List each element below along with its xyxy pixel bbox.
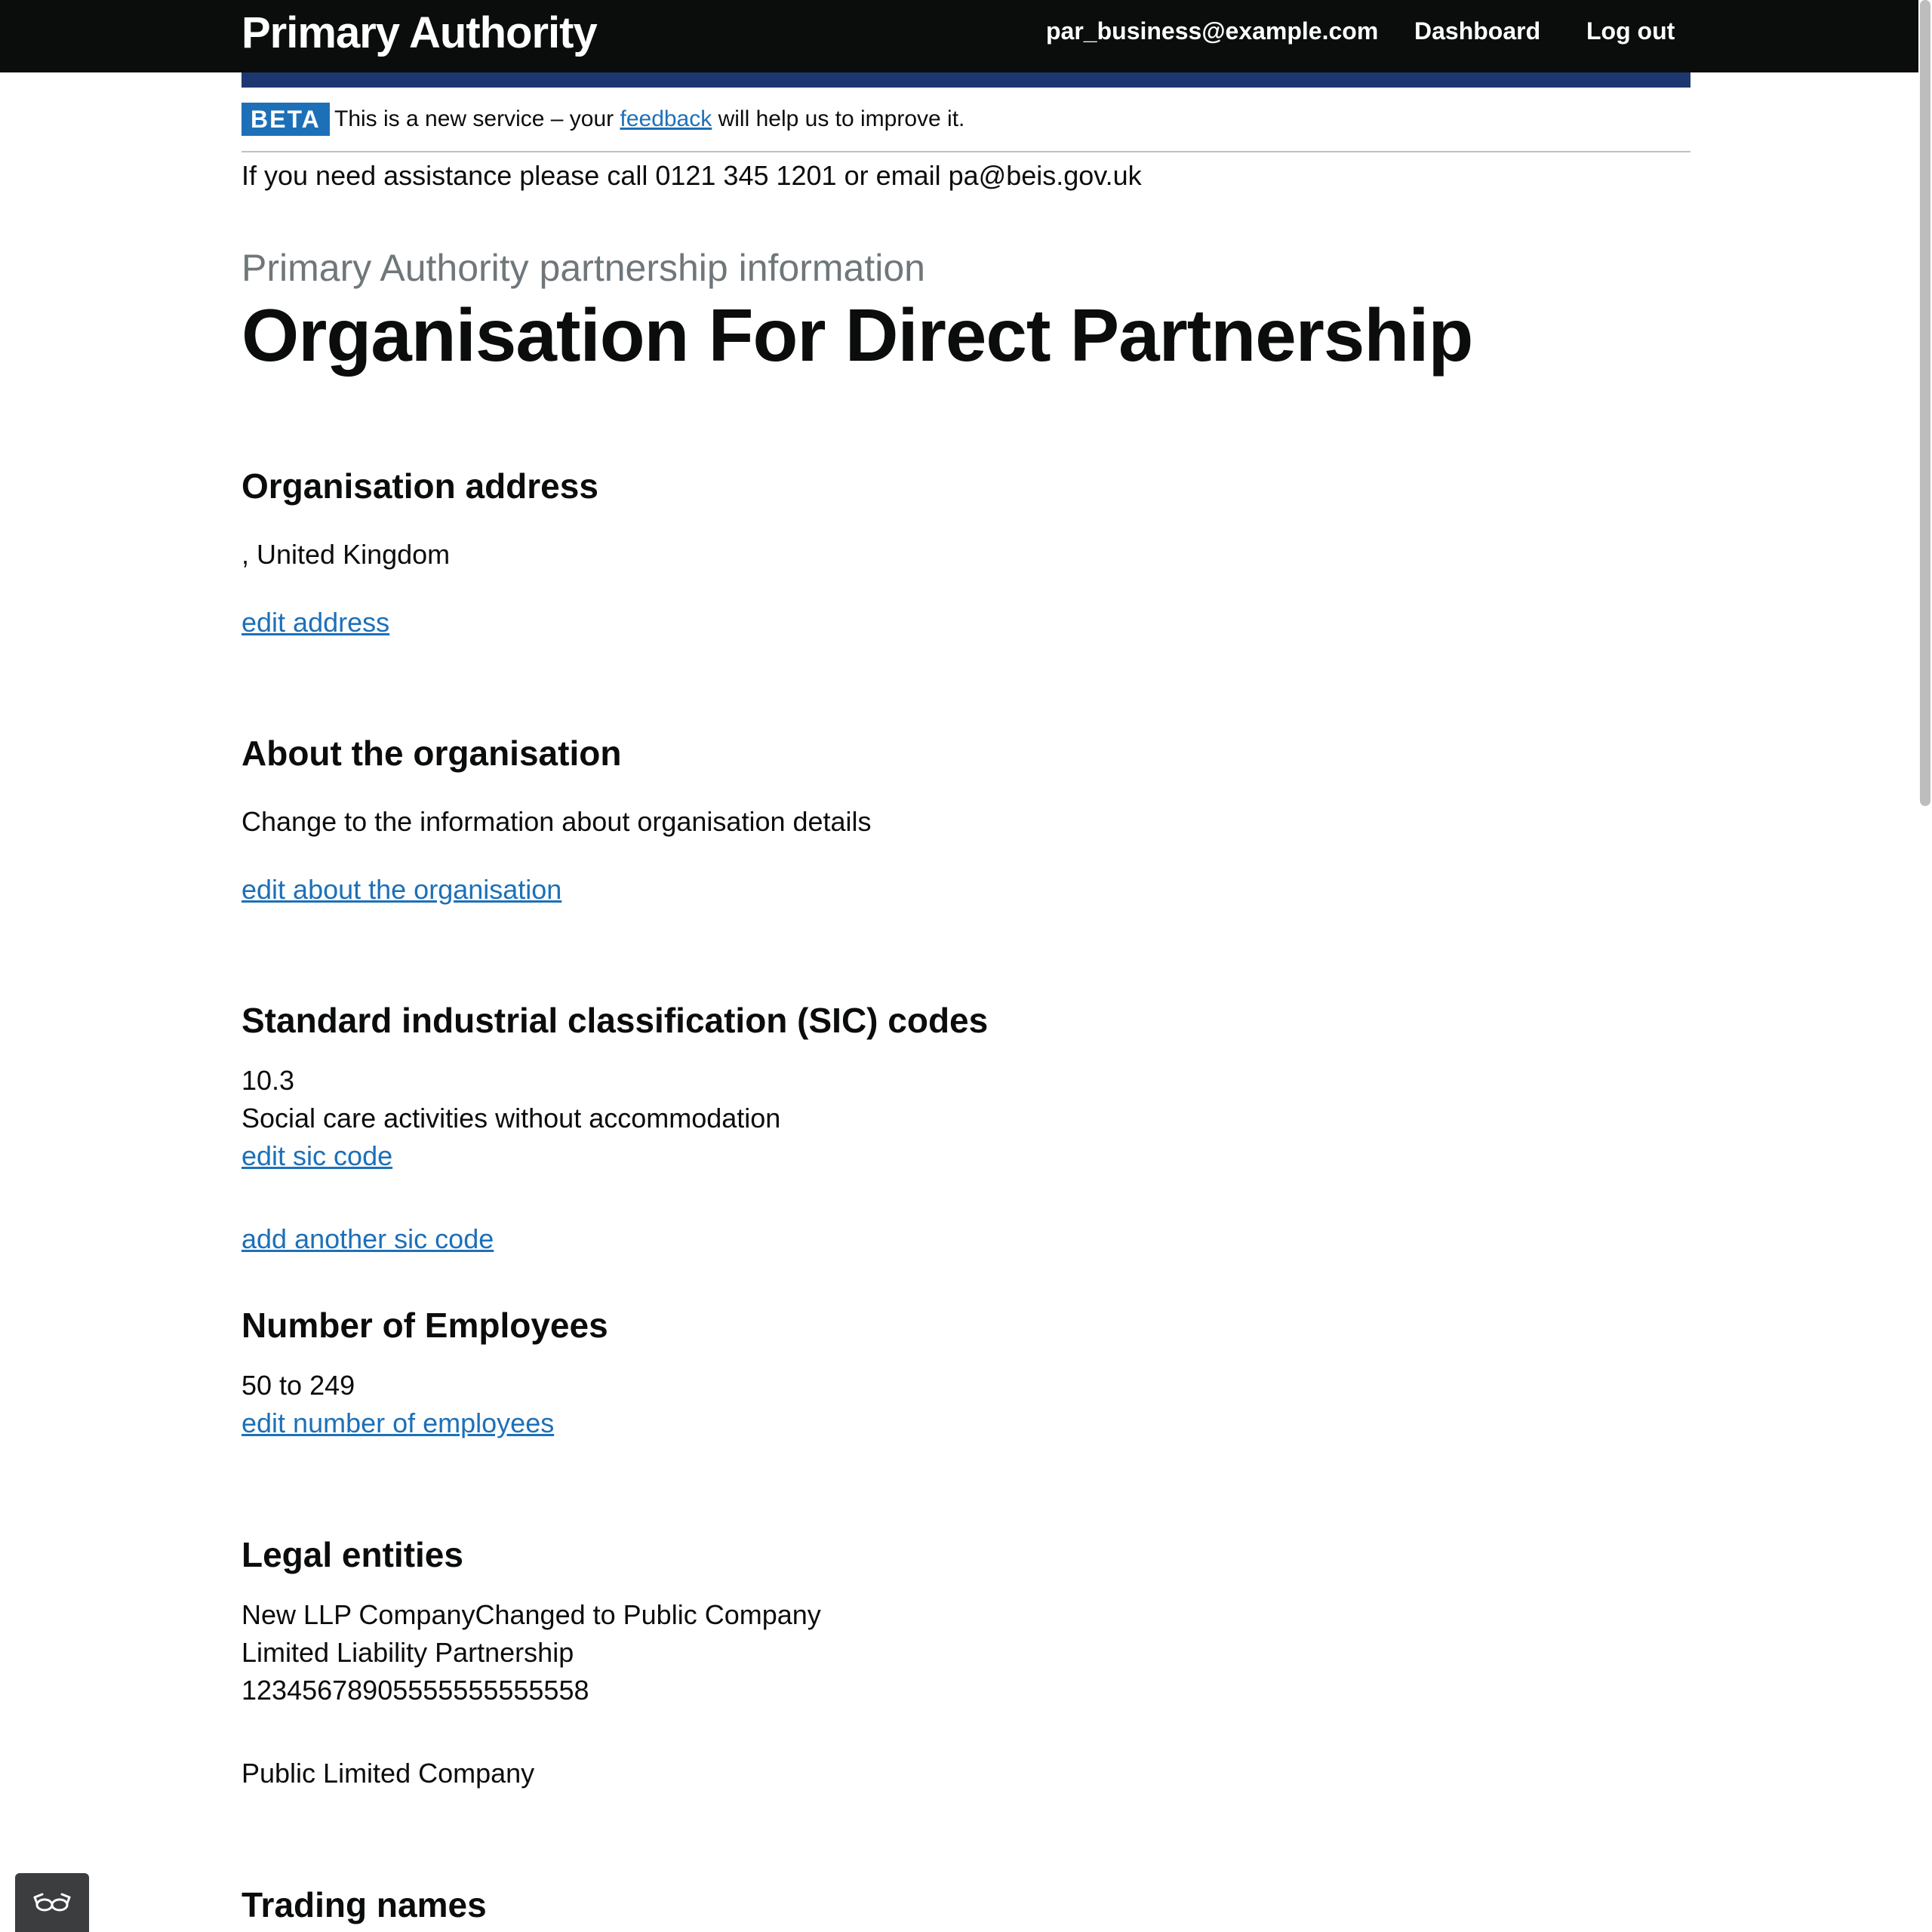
site-title-link[interactable]: Primary Authority bbox=[242, 6, 598, 60]
phase-banner: BETA This is a new service – your feedba… bbox=[242, 103, 1690, 152]
dashboard-link[interactable]: Dashboard bbox=[1414, 14, 1540, 48]
site-header: Primary Authority par_business@example.c… bbox=[0, 0, 1932, 72]
employees-value: 50 to 249 bbox=[242, 1370, 355, 1401]
sic-code: 10.3 bbox=[242, 1065, 295, 1096]
legal-entity-type: Limited Liability Partnership bbox=[242, 1637, 574, 1668]
address-heading: Organisation address bbox=[242, 466, 598, 506]
about-value: Change to the information about organisa… bbox=[242, 806, 872, 837]
edit-employees-link[interactable]: edit number of employees bbox=[242, 1404, 554, 1442]
legal-entities-heading: Legal entities bbox=[242, 1535, 463, 1574]
page-caption: Primary Authority partnership informatio… bbox=[242, 247, 925, 289]
assistance-text: If you need assistance please call 0121 … bbox=[242, 160, 1142, 191]
phase-banner-text-after: will help us to improve it. bbox=[712, 106, 965, 131]
employees-heading: Number of Employees bbox=[242, 1306, 608, 1345]
beta-tag: BETA bbox=[242, 103, 330, 136]
address-value: , United Kingdom bbox=[242, 539, 451, 570]
edit-sic-code-link[interactable]: edit sic code bbox=[242, 1137, 392, 1175]
phase-banner-text-before: This is a new service – your bbox=[334, 106, 620, 131]
phase-banner-text: This is a new service – your feedback wi… bbox=[334, 103, 964, 136]
accessibility-widget-button[interactable] bbox=[15, 1873, 89, 1932]
page-scrollbar[interactable] bbox=[1918, 0, 1932, 1932]
legal-entity-number: 12345678905555555555558 bbox=[242, 1675, 589, 1706]
edit-address-link[interactable]: edit address bbox=[242, 604, 389, 641]
header-stripe bbox=[242, 72, 1690, 88]
logout-link[interactable]: Log out bbox=[1586, 14, 1675, 48]
scrollbar-thumb[interactable] bbox=[1920, 0, 1930, 806]
trading-names-heading: Trading names bbox=[242, 1885, 487, 1924]
page-title: Organisation For Direct Partnership bbox=[242, 294, 1473, 377]
sic-heading: Standard industrial classification (SIC)… bbox=[242, 1001, 989, 1040]
add-sic-code-link[interactable]: add another sic code bbox=[242, 1220, 494, 1258]
about-heading: About the organisation bbox=[242, 734, 622, 773]
sic-description: Social care activities without accommoda… bbox=[242, 1103, 781, 1134]
edit-about-link[interactable]: edit about the organisation bbox=[242, 871, 561, 909]
legal-entity-type: Public Limited Company bbox=[242, 1758, 535, 1789]
legal-entity-name: New LLP CompanyChanged to Public Company bbox=[242, 1599, 821, 1630]
user-email-link[interactable]: par_business@example.com bbox=[1046, 14, 1378, 48]
feedback-link[interactable]: feedback bbox=[620, 106, 712, 131]
